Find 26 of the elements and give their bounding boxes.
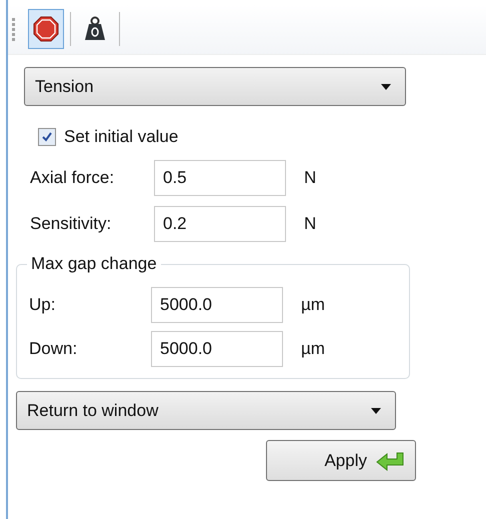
input-field[interactable]: 0.2 <box>154 206 286 242</box>
mode-dropdown[interactable]: Tension <box>24 67 406 106</box>
input-field[interactable]: 5000.0 <box>151 287 283 323</box>
unit-label: µm <box>301 339 325 359</box>
checkmark-icon <box>41 131 53 143</box>
checkbox[interactable] <box>38 128 56 146</box>
weight-icon <box>83 16 107 42</box>
input-field[interactable]: 5000.0 <box>151 331 283 367</box>
grip-icon <box>12 16 16 42</box>
field-label: Down: <box>29 339 78 359</box>
field-label: Sensitivity: <box>29 214 112 234</box>
apply-button[interactable]: Apply <box>266 440 416 481</box>
caret-icon <box>381 84 391 90</box>
field-label: Up: <box>29 295 56 315</box>
enter-arrow-icon <box>375 450 405 470</box>
stop-sign-icon <box>33 16 59 42</box>
group-title: Max gap change <box>30 254 158 274</box>
checkbox-label: Set initial value <box>64 127 178 147</box>
field-label: Axial force: <box>29 168 116 188</box>
stop-button[interactable] <box>28 9 64 49</box>
return-dropdown[interactable]: Return to window <box>16 391 396 430</box>
input-field[interactable]: 0.5 <box>154 160 286 196</box>
unit-label: N <box>304 168 316 188</box>
caret-icon <box>371 408 381 414</box>
unit-label: µm <box>301 295 325 315</box>
unit-label: N <box>304 214 316 234</box>
